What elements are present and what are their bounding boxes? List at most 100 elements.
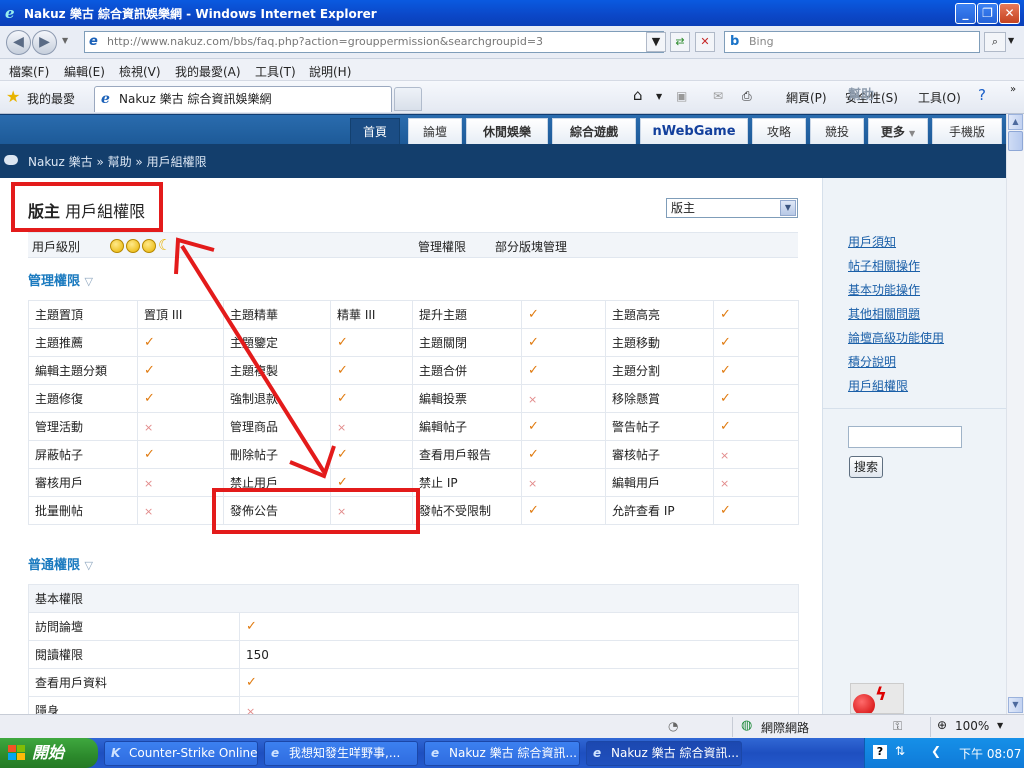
stop-icon[interactable]: ✕ — [695, 32, 715, 52]
taskbar-item-ie3[interactable]: e Nakuz 樂古 綜合資訊... — [586, 741, 742, 766]
sidebar-search-button[interactable]: 搜索 — [849, 456, 883, 478]
maximize-button[interactable]: ❐ — [977, 3, 998, 24]
scroll-down-icon[interactable]: ▼ — [1008, 697, 1023, 713]
nav-more-label: 更多 — [880, 125, 905, 139]
nav-auction[interactable]: 競投 — [810, 118, 864, 145]
menu-favorites[interactable]: 我的最愛(A) — [175, 63, 241, 80]
more-commands-icon[interactable]: » — [1010, 84, 1016, 95]
favorites-button[interactable]: 我的最愛 — [27, 90, 75, 107]
mail-icon[interactable]: ✉ — [713, 89, 723, 103]
home-dropdown-icon[interactable]: ▼ — [656, 92, 662, 101]
permission-value: ✓ — [713, 496, 799, 525]
print-icon[interactable]: ⎙ — [742, 89, 752, 104]
menu-edit[interactable]: 編輯(E) — [64, 63, 105, 80]
section-general: 普通權限 ▽ — [28, 554, 93, 573]
nav-nwebgame[interactable]: nWebGame — [640, 118, 748, 145]
browser-tab[interactable]: e Nakuz 樂古 綜合資訊娛樂網 — [94, 86, 392, 112]
protected-mode-icon[interactable]: ⚿ — [893, 719, 902, 734]
taskbar-item-label: Nakuz 樂古 綜合資訊... — [449, 746, 577, 760]
sidebar-link-credits[interactable]: 積分說明 — [848, 353, 896, 370]
site-top-nav: 首頁 論壇 休閒娛樂 綜合遊戲 nWebGame 攻略 競投 更多 ▼ 手機版 — [0, 114, 1006, 145]
ie-icon: e — [271, 746, 280, 760]
scroll-up-icon[interactable]: ▲ — [1008, 114, 1023, 130]
address-bar[interactable]: e http://www.nakuz.com/bbs/faq.php?actio… — [84, 31, 664, 53]
search-placeholder: Bing — [749, 35, 774, 48]
zoom-control[interactable]: ⊕ 100% ▼ — [930, 717, 1010, 737]
vertical-scrollbar[interactable]: ▲ ▼ — [1006, 114, 1024, 714]
chat-bubble-icon — [4, 155, 18, 165]
chat-widget-icon[interactable]: ϟ — [850, 683, 904, 714]
nav-forum[interactable]: 論壇 — [408, 118, 462, 145]
nav-more[interactable]: 更多 ▼ — [868, 118, 928, 145]
menu-tools[interactable]: 工具(T) — [255, 63, 296, 80]
home-icon[interactable]: ⌂ — [633, 86, 643, 104]
nav-guides[interactable]: 攻略 — [752, 118, 806, 145]
language-icon[interactable]: ❮ — [931, 744, 941, 758]
help-icon[interactable]: ? — [978, 86, 986, 104]
permission-name: 禁止用戶 — [223, 468, 331, 497]
permission-name: 主題置頂 — [28, 300, 138, 329]
new-tab-button[interactable] — [394, 87, 422, 111]
sidebar-link-basic[interactable]: 基本功能操作 — [848, 281, 920, 298]
sidebar-link-posts[interactable]: 帖子相關操作 — [848, 257, 920, 274]
taskbar-item-cso[interactable]: K Counter-Strike Online — [104, 741, 258, 766]
check-icon: ✓ — [144, 363, 155, 378]
nav-leisure[interactable]: 休閒娛樂 — [466, 118, 548, 145]
network-icon[interactable]: ⇅ — [895, 744, 905, 758]
table-row: 閱讀權限 150 — [28, 640, 799, 669]
search-icon[interactable]: ⌕ — [984, 32, 1006, 52]
section-admin-title: 管理權限 — [28, 274, 81, 289]
permission-name: 強制退款 — [223, 384, 331, 413]
sidebar-link-other[interactable]: 其他相關問題 — [848, 305, 920, 322]
start-button[interactable]: 開始 — [0, 738, 98, 768]
refresh-icon[interactable]: ⇄ — [670, 32, 690, 52]
permission-level: 精華 III — [337, 308, 376, 322]
search-input[interactable]: b Bing — [724, 31, 980, 53]
menu-file[interactable]: 檔案(F) — [9, 63, 49, 80]
permission-value: ✓ — [330, 468, 413, 497]
help-tray-icon[interactable]: ? — [873, 745, 887, 759]
taskbar-item-ie1[interactable]: e 我想知發生咩野事,... — [264, 741, 418, 766]
sidebar-divider — [823, 408, 1006, 409]
minimize-button[interactable]: _ — [955, 3, 976, 24]
sidebar-link-advanced[interactable]: 論壇高級功能使用 — [848, 329, 944, 346]
permission-value: ✓ — [521, 328, 606, 357]
check-icon: ✓ — [246, 619, 257, 634]
section-general-title: 普通權限 — [28, 558, 81, 573]
permission-value: ✓ — [521, 412, 606, 441]
back-button[interactable]: ◀ — [6, 30, 31, 55]
admin-rights-value: 部分版塊管理 — [495, 240, 568, 254]
sidebar-link-permissions[interactable]: 用戶組權限 — [848, 377, 908, 394]
table-row: 隱身 × — [28, 696, 799, 714]
nav-mobile[interactable]: 手機版 — [932, 118, 1002, 145]
collapse-icon[interactable]: ▽ — [85, 559, 93, 572]
page-menu[interactable]: 網頁(P) — [786, 89, 827, 106]
nav-games[interactable]: 綜合遊戲 — [552, 118, 636, 145]
check-icon: ✓ — [720, 307, 731, 322]
permission-value: ✓ — [713, 328, 799, 357]
permission-value: × — [330, 496, 413, 525]
sidebar-search-input[interactable] — [848, 426, 962, 448]
forward-button[interactable]: ▶ — [32, 30, 57, 55]
sidebar-link-user-notice[interactable]: 用戶須知 — [848, 233, 896, 250]
search-options-icon[interactable]: ▼ — [1008, 36, 1014, 45]
nav-home[interactable]: 首頁 — [350, 118, 400, 145]
permission-name: 查看用戶報告 — [412, 440, 522, 469]
favorites-star-icon[interactable]: ★ — [6, 87, 20, 106]
group-select[interactable]: 版主 ▼ — [666, 198, 798, 218]
collapse-icon[interactable]: ▽ — [85, 275, 93, 288]
history-dropdown-icon[interactable]: ▼ — [62, 36, 68, 45]
taskbar-item-ie2[interactable]: e Nakuz 樂古 綜合資訊... — [424, 741, 580, 766]
menu-help[interactable]: 說明(H) — [309, 63, 351, 80]
check-icon: ✓ — [528, 419, 539, 434]
scroll-thumb[interactable] — [1008, 131, 1023, 151]
feeds-icon[interactable]: ▣ — [676, 89, 687, 103]
table-row: 編輯主題分類 ✓ 主題複製 ✓ 主題合併 ✓ 主題分割 ✓ — [28, 356, 799, 385]
menu-view[interactable]: 檢視(V) — [119, 63, 161, 80]
privacy-icon[interactable]: ◔ — [668, 719, 678, 733]
address-dropdown-button[interactable]: ▼ — [646, 32, 666, 52]
close-button[interactable]: ✕ — [999, 3, 1020, 24]
tools-menu[interactable]: 工具(O) — [918, 89, 961, 106]
table-row: 主題修復 ✓ 強制退款 ✓ 編輯投票 × 移除懸賞 ✓ — [28, 384, 799, 413]
breadcrumb[interactable]: Nakuz 樂古 » 幫助 » 用戶組權限 — [28, 153, 207, 170]
